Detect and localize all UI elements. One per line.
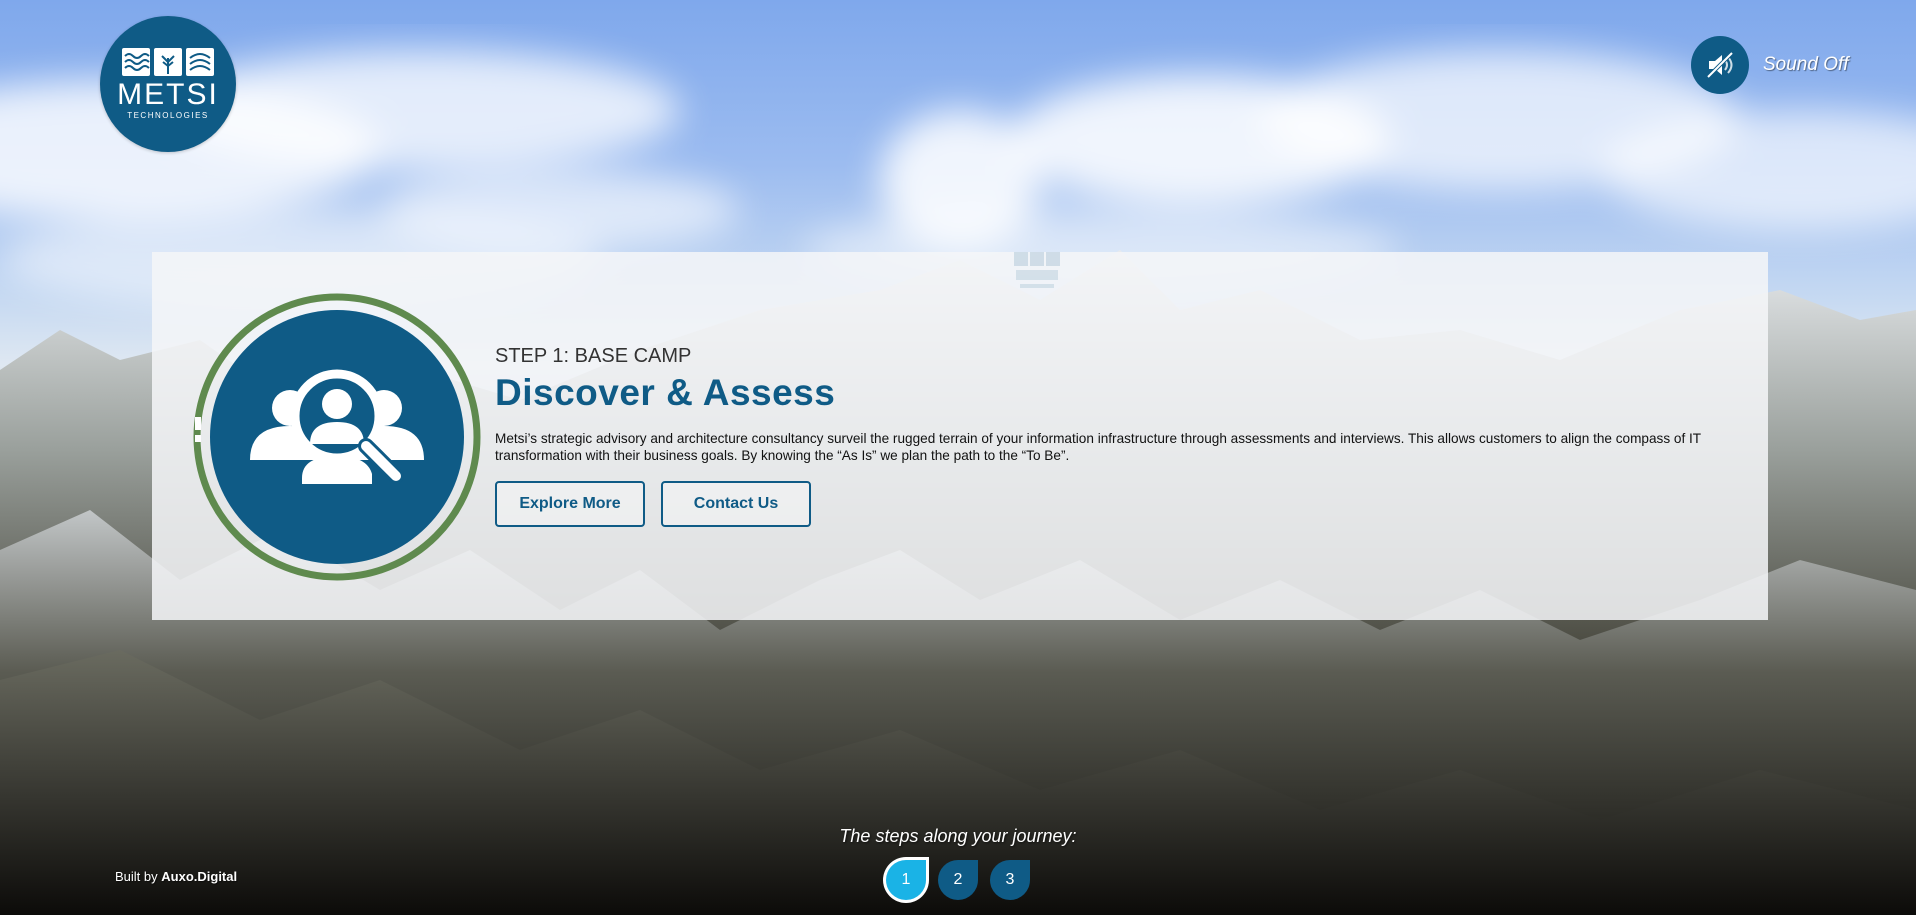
built-by-credit[interactable]: Built by Auxo.Digital — [115, 869, 237, 884]
logo-wordmark: METSI — [117, 78, 219, 111]
step-button-1[interactable]: 1 — [886, 860, 926, 900]
metsi-logo[interactable]: METSI TECHNOLOGIES — [100, 16, 236, 152]
journey-steps: 1 2 3 — [886, 860, 1030, 900]
people-search-icon — [193, 293, 481, 581]
sound-label[interactable]: Sound Off — [1763, 54, 1849, 76]
logo-watermark-icon — [1014, 252, 1060, 288]
contact-us-button[interactable]: Contact Us — [661, 481, 811, 527]
sound-toggle[interactable]: Sound Off — [1691, 36, 1849, 94]
logo-subtitle: TECHNOLOGIES — [127, 111, 209, 120]
step-button-3[interactable]: 3 — [990, 860, 1030, 900]
step-title: Discover & Assess — [495, 372, 836, 413]
speaker-muted-icon — [1706, 51, 1734, 79]
step-content: STEP 1: BASE CAMP Discover & Assess Mets… — [495, 344, 1735, 527]
step-kicker: STEP 1: BASE CAMP — [495, 345, 692, 367]
built-by-prefix: Built by — [115, 869, 158, 884]
built-by-brand[interactable]: Auxo.Digital — [161, 869, 237, 884]
step-actions: Explore More Contact Us — [495, 481, 1735, 527]
step-panel: STEP 1: BASE CAMP Discover & Assess Mets… — [152, 252, 1768, 620]
journey-nav: The steps along your journey: — [0, 826, 1916, 847]
scene-background: METSI TECHNOLOGIES Sound Off STEP 1: BAS… — [0, 0, 1916, 915]
sound-button[interactable] — [1691, 36, 1749, 94]
logo-mark-icon — [122, 48, 214, 76]
step-description: Metsi’s strategic advisory and architect… — [495, 431, 1701, 463]
step-button-2[interactable]: 2 — [938, 860, 978, 900]
journey-label: The steps along your journey: — [839, 826, 1077, 846]
explore-more-button[interactable]: Explore More — [495, 481, 645, 527]
